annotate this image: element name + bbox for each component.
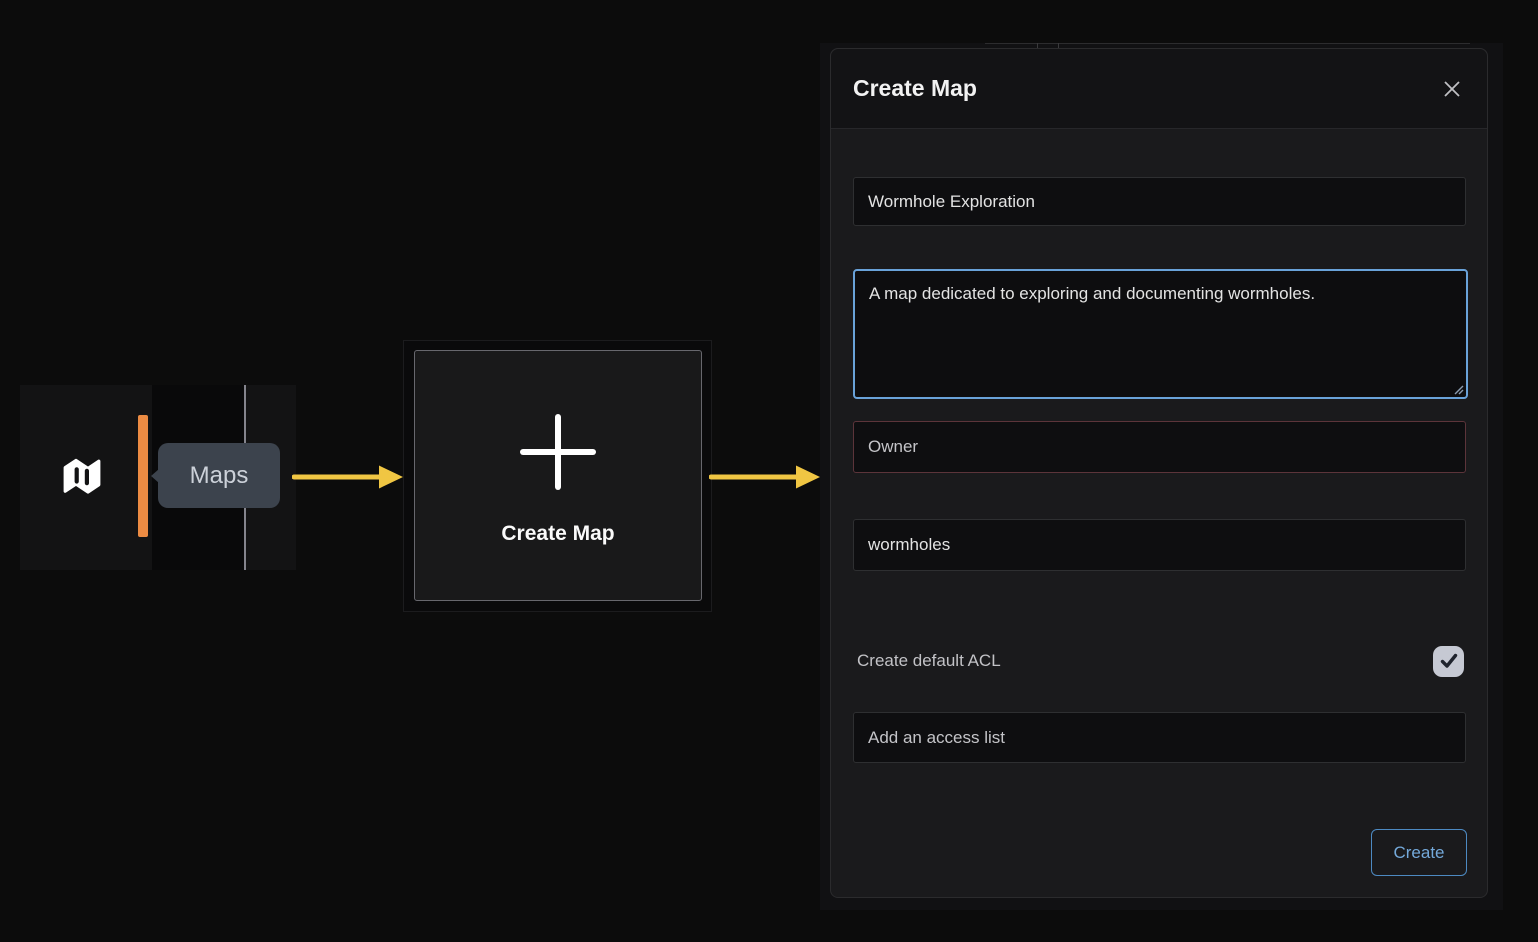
- access-list-input[interactable]: [853, 712, 1466, 763]
- flow-arrow-right-icon: [709, 464, 821, 490]
- map-name-input[interactable]: [853, 177, 1466, 226]
- sidebar-snippet: Maps: [20, 385, 296, 570]
- plus-icon: [520, 414, 596, 490]
- acl-checkbox-label: Create default ACL: [857, 651, 1001, 671]
- create-map-tile[interactable]: Create Map: [414, 350, 702, 601]
- active-nav-indicator: [138, 415, 148, 537]
- modal-header: Create Map: [831, 49, 1487, 129]
- checkmark-icon: [1439, 651, 1459, 671]
- map-description-wrap: A map dedicated to exploring and documen…: [853, 269, 1468, 399]
- maps-nav-item[interactable]: [58, 452, 106, 500]
- close-icon: [1442, 79, 1462, 99]
- modal-title: Create Map: [853, 75, 977, 102]
- acl-row: Create default ACL: [857, 644, 1464, 678]
- map-description-textarea[interactable]: A map dedicated to exploring and documen…: [853, 269, 1468, 399]
- create-default-acl-checkbox[interactable]: [1433, 646, 1464, 677]
- owner-input[interactable]: [853, 421, 1466, 473]
- flow-arrow-right-icon: [292, 464, 404, 490]
- create-map-modal: Create Map A map dedicated to exploring …: [830, 48, 1488, 898]
- create-button[interactable]: Create: [1371, 829, 1467, 876]
- create-map-tile-frame: Create Map: [403, 340, 712, 612]
- create-map-tile-label: Create Map: [501, 522, 614, 546]
- maps-tooltip: Maps: [158, 443, 280, 508]
- maps-tooltip-label: Maps: [190, 462, 249, 490]
- tag-input[interactable]: [853, 519, 1466, 571]
- modal-backdrop: Create Map A map dedicated to exploring …: [820, 43, 1503, 910]
- map-icon: [58, 452, 106, 500]
- close-button[interactable]: [1441, 78, 1463, 100]
